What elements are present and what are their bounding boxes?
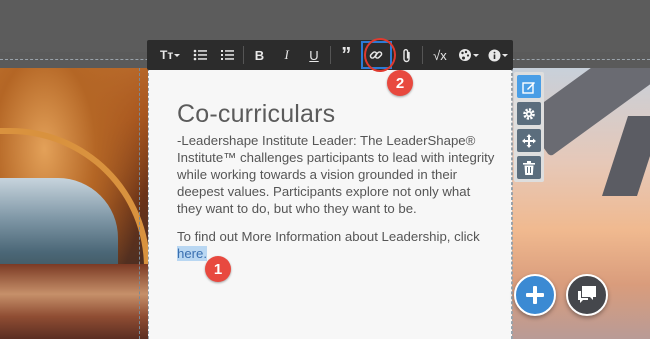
block-title[interactable]: Co-curriculars <box>177 100 335 129</box>
tent-photo <box>0 68 148 339</box>
callout-marker-1: 1 <box>205 256 231 282</box>
underline-button[interactable]: U <box>300 40 327 70</box>
caret-down-icon <box>473 54 480 57</box>
italic-button[interactable]: I <box>273 40 300 70</box>
text-style-label: Tт <box>159 48 174 62</box>
add-block-button[interactable] <box>514 274 556 316</box>
bullet-list-button[interactable] <box>186 40 213 70</box>
chat-button[interactable] <box>566 274 608 316</box>
paperclip-icon <box>402 48 410 62</box>
caret-down-icon <box>501 54 508 57</box>
trash-icon <box>523 160 535 175</box>
equation-button[interactable]: √x <box>425 40 454 70</box>
edit-icon <box>522 81 535 94</box>
info-icon <box>488 49 501 61</box>
delete-button[interactable] <box>517 156 541 179</box>
toolbar-divider <box>422 46 424 64</box>
attachment-button[interactable] <box>393 40 420 70</box>
color-button[interactable] <box>455 40 484 70</box>
selected-link-text[interactable]: here. <box>177 246 208 261</box>
gear-icon <box>523 107 535 120</box>
quote-button[interactable]: ” <box>333 40 360 70</box>
block-tools-panel <box>514 72 544 182</box>
caret-down-icon <box>174 54 181 57</box>
formatting-toolbar: Tт B I U ” √x <box>147 40 513 70</box>
paragraph-more-info[interactable]: To find out More Information about Leade… <box>177 228 497 262</box>
bullet-list-icon <box>193 49 207 61</box>
palette-icon <box>459 49 472 61</box>
more-info-text: To find out More Information about Leade… <box>177 229 480 244</box>
edit-block-button[interactable] <box>517 75 541 98</box>
settings-button[interactable] <box>517 102 541 125</box>
chat-icon <box>578 286 596 303</box>
numbered-list-button[interactable] <box>213 40 240 70</box>
bold-button[interactable]: B <box>246 40 273 70</box>
move-button[interactable] <box>517 129 541 152</box>
text-block-editor[interactable]: Co-curriculars -Leadershape Institute Le… <box>148 68 512 339</box>
add-icon <box>526 286 544 304</box>
info-button[interactable] <box>484 40 513 70</box>
numbered-list-icon <box>221 50 235 60</box>
text-style-button[interactable]: Tт <box>155 40 186 70</box>
move-icon <box>522 133 536 148</box>
highlight-ring <box>364 38 396 72</box>
paragraph-leadershape[interactable]: -Leadershape Institute Leader: The Leade… <box>177 132 497 217</box>
toolbar-divider <box>242 46 244 64</box>
toolbar-divider <box>329 46 331 64</box>
callout-marker-2: 2 <box>387 70 413 96</box>
